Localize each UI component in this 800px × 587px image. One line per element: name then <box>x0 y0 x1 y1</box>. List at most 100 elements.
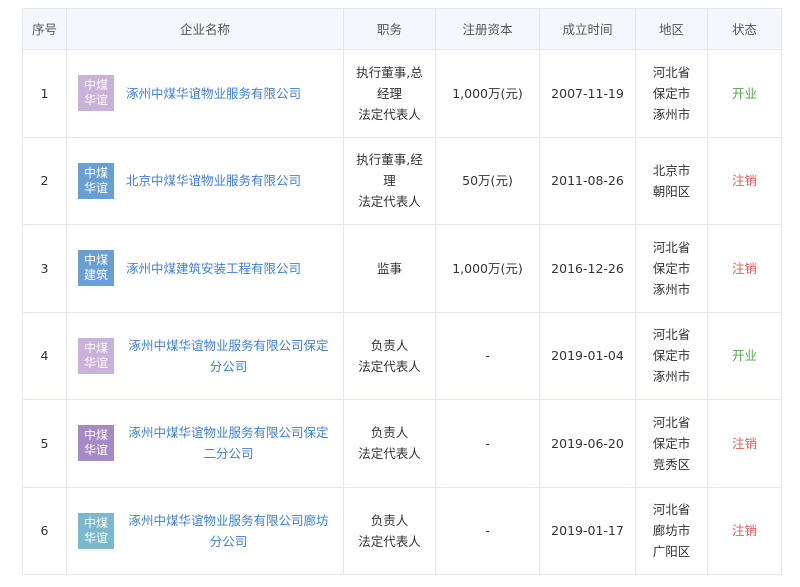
row-number: 1 <box>22 49 67 138</box>
company-logo[interactable]: 中煤 华谊 <box>78 425 114 462</box>
company-logo-text: 中煤 <box>83 515 108 530</box>
area-cell: 河北省 保定市 涿州市 <box>635 49 708 138</box>
row-number: 4 <box>22 311 67 400</box>
role-cell: 执行董事,经理法定代表人 <box>343 136 436 225</box>
header-no: 序号 <box>22 8 67 50</box>
role-line: 法定代表人 <box>358 106 421 122</box>
company-name-link[interactable]: 涿州中煤华谊物业服务有限公司保定二分公司 <box>126 422 331 464</box>
area-line: 涿州市 <box>652 106 691 122</box>
area-line: 朝阳区 <box>652 183 691 199</box>
status-cell: 注销 <box>707 136 782 225</box>
header-role: 职务 <box>343 8 436 50</box>
status-badge: 开业 <box>731 348 757 364</box>
status-cell: 注销 <box>707 399 782 488</box>
company-name-wrap: 中煤 华谊 涿州中煤华谊物业服务有限公司廊坊分公司 <box>67 510 343 552</box>
area-cell: 北京市 朝阳区 <box>635 136 708 225</box>
area-line: 保定市 <box>652 435 691 451</box>
role-cell: 执行董事,总 经理 法定代表人 <box>343 49 436 138</box>
role-line: 法定代表人 <box>358 446 421 462</box>
status-badge: 注销 <box>731 435 757 451</box>
status-badge: 开业 <box>731 85 757 101</box>
company-logo[interactable]: 中煤 华谊 <box>78 337 114 374</box>
company-name-cell: 中煤 华谊 北京中煤华谊物业服务有限公司 <box>66 136 344 225</box>
company-name-link[interactable]: 涿州中煤建筑安装工程有限公司 <box>126 258 301 279</box>
role-line: 理 <box>383 173 396 189</box>
role-line: 执行董事,总 <box>356 64 423 80</box>
company-name-wrap: 中煤 华谊 涿州中煤华谊物业服务有限公司保定二分公司 <box>67 422 343 464</box>
date-cell: 2019-06-20 <box>539 399 636 488</box>
table-row: 3 中煤 建筑 涿州中煤建筑安装工程有限公司 监事 1,000万(元) 2016-12-26… <box>22 224 782 313</box>
company-name-cell: 中煤 华谊 涿州中煤华谊物业服务有限公司廊坊分公司 <box>66 486 344 575</box>
company-logo-text: 华谊 <box>83 443 108 458</box>
area-cell: 河北省 廊坊市 广阳区 <box>635 486 708 575</box>
area-line: 保定市 <box>652 260 691 276</box>
table-row: 2 中煤 华谊 北京中煤华谊物业服务有限公司 执行董事,经理法定代表人 50万(元) 201… <box>22 136 782 225</box>
company-name-cell: 中煤 建筑 涿州中煤建筑安装工程有限公司 <box>66 224 344 313</box>
capital-cell: - <box>435 311 540 400</box>
company-logo-text: 中煤 <box>83 340 108 355</box>
company-name-link[interactable]: 北京中煤华谊物业服务有限公司 <box>126 170 301 191</box>
company-logo-text: 华谊 <box>83 530 108 545</box>
table-row: 4 中煤 华谊 涿州中煤华谊物业服务有限公司保定分公司 负责人 法定代表人 -2019-01… <box>22 311 782 400</box>
company-name-wrap: 中煤 华谊 涿州中煤华谊物业服务有限公司保定分公司 <box>67 335 343 377</box>
company-name-link[interactable]: 涿州中煤华谊物业服务有限公司 <box>126 83 301 104</box>
area-line: 涿州市 <box>652 369 691 385</box>
company-logo[interactable]: 中煤 华谊 <box>78 162 114 199</box>
area-line: 河北省 <box>652 414 691 430</box>
company-name-wrap: 中煤 建筑 涿州中煤建筑安装工程有限公司 <box>67 250 343 287</box>
date-cell: 2019-01-17 <box>539 486 636 575</box>
company-table: 序号 企业名称 职务 注册资本 成立时间 地区 状态 1 中煤 华谊 涿州中煤华谊物业… <box>22 8 782 575</box>
role-line: 法定代表人 <box>358 194 421 210</box>
company-name-cell: 中煤 华谊 涿州中煤华谊物业服务有限公司保定分公司 <box>66 311 344 400</box>
table-header: 序号 企业名称 职务 注册资本 成立时间 地区 状态 <box>22 8 782 50</box>
role-line: 法定代表人 <box>358 533 421 549</box>
date-cell: 2019-01-04 <box>539 311 636 400</box>
capital-cell: 1,000万(元) <box>435 49 540 138</box>
company-logo-text: 中煤 <box>83 253 108 268</box>
role-cell: 负责人 法定代表人 <box>343 399 436 488</box>
role-line: 执行董事,经 <box>356 152 423 168</box>
role-cell: 负责人 法定代表人 <box>343 311 436 400</box>
company-logo-text: 中煤 <box>83 78 108 93</box>
role-line: 负责人 <box>370 425 409 441</box>
area-line: 竞秀区 <box>652 456 691 472</box>
status-badge: 注销 <box>731 260 757 276</box>
role-line: 监事 <box>376 260 402 276</box>
header-name: 企业名称 <box>66 8 344 50</box>
capital-cell: - <box>435 399 540 488</box>
table-row: 6 中煤 华谊 涿州中煤华谊物业服务有限公司廊坊分公司 负责人 法定代表人 -2019-01… <box>22 486 782 575</box>
header-area: 地区 <box>635 8 708 50</box>
role-cell: 监事 <box>343 224 436 313</box>
status-cell: 开业 <box>707 311 782 400</box>
area-cell: 河北省 保定市 竞秀区 <box>635 399 708 488</box>
area-line: 广阳区 <box>652 544 691 560</box>
capital-cell: 50万(元) <box>435 136 540 225</box>
company-logo[interactable]: 中煤 华谊 <box>78 512 114 549</box>
role-line: 负责人 <box>370 337 409 353</box>
date-cell: 2007-11-19 <box>539 49 636 138</box>
capital-cell: 1,000万(元) <box>435 224 540 313</box>
row-number: 3 <box>22 224 67 313</box>
header-row: 序号 企业名称 职务 注册资本 成立时间 地区 状态 <box>22 8 782 50</box>
company-logo-text: 华谊 <box>83 93 108 108</box>
company-name-wrap: 中煤 华谊 涿州中煤华谊物业服务有限公司 <box>67 75 343 112</box>
company-logo-text: 华谊 <box>83 180 108 195</box>
status-cell: 开业 <box>707 49 782 138</box>
row-number: 2 <box>22 136 67 225</box>
company-logo[interactable]: 中煤 建筑 <box>78 250 114 287</box>
area-cell: 河北省 保定市 涿州市 <box>635 311 708 400</box>
area-line: 廊坊市 <box>652 523 691 539</box>
company-logo[interactable]: 中煤 华谊 <box>78 75 114 112</box>
company-name-link[interactable]: 涿州中煤华谊物业服务有限公司廊坊分公司 <box>126 510 331 552</box>
company-logo-text: 建筑 <box>83 268 108 283</box>
area-line: 河北省 <box>652 327 691 343</box>
status-cell: 注销 <box>707 486 782 575</box>
area-line: 河北省 <box>652 64 691 80</box>
row-number: 6 <box>22 486 67 575</box>
role-line: 负责人 <box>370 512 409 528</box>
company-name-link[interactable]: 涿州中煤华谊物业服务有限公司保定分公司 <box>126 335 331 377</box>
role-cell: 负责人 法定代表人 <box>343 486 436 575</box>
company-name-wrap: 中煤 华谊 北京中煤华谊物业服务有限公司 <box>67 162 343 199</box>
company-name-cell: 中煤 华谊 涿州中煤华谊物业服务有限公司保定二分公司 <box>66 399 344 488</box>
table-row: 1 中煤 华谊 涿州中煤华谊物业服务有限公司 执行董事,总 经理 法定代表人 1,000万(元… <box>22 49 782 138</box>
